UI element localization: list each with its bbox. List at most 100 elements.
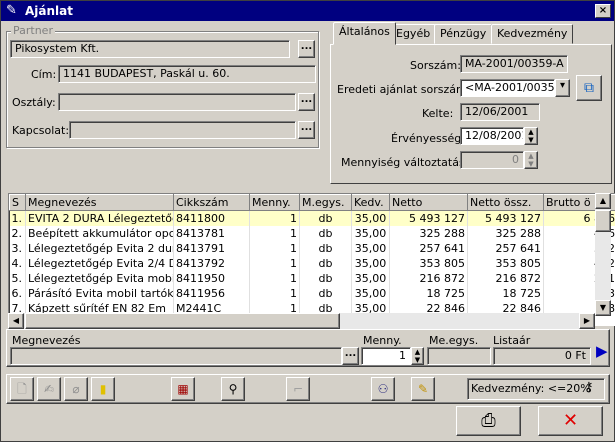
table-cell: 8411950 <box>173 270 250 286</box>
table-cell: 8413781 <box>173 225 250 241</box>
key-icon: ⚷ <box>584 380 594 395</box>
col-header[interactable]: S <box>9 194 26 211</box>
scroll-right-icon[interactable]: ▶ <box>579 313 595 329</box>
table-cell: 35,00 <box>351 210 390 226</box>
table-cell: 5 493 127 <box>467 210 544 226</box>
items-table[interactable]: S Megnevezés Cikkszám Menny. M.egys. Ked… <box>8 193 615 326</box>
close-icon: ✕ <box>562 410 579 431</box>
table-cell: 216 872 <box>467 270 544 286</box>
date-field: 12/06/2001 <box>460 103 540 121</box>
col-header[interactable]: Netto össz. <box>467 194 544 211</box>
table-cell: 8411800 <box>173 210 250 226</box>
table-cell: 3. <box>9 240 26 256</box>
contact-label: Kapcsolat: <box>12 124 70 137</box>
col-header[interactable]: Netto <box>389 194 468 211</box>
window-title: Ajánlat <box>25 4 73 18</box>
contact-field[interactable] <box>69 121 296 139</box>
table-cell: db <box>299 225 352 241</box>
orig-offer-select[interactable]: <MA-2001/00357-A> <box>460 79 555 97</box>
col-header[interactable]: Megnevezés <box>25 194 174 211</box>
edit-note-icon[interactable]: ✎ <box>411 377 435 401</box>
table-cell: 4. <box>9 255 26 271</box>
table-row[interactable]: 3.Lélegeztetőgép Evita 2 dura V84137911d… <box>9 240 615 256</box>
contact-select-button[interactable]: ... <box>298 121 315 139</box>
calculator-icon[interactable]: ▦ <box>171 377 195 401</box>
serial-label: Sorszám: <box>410 59 461 72</box>
table-cell: db <box>299 285 352 301</box>
table-cell: db <box>299 240 352 256</box>
table-cell: 216 872 <box>389 270 468 286</box>
cancel-button[interactable]: ✕ <box>538 406 603 436</box>
partner-select-button[interactable]: ... <box>298 40 315 58</box>
table-cell: 8413792 <box>173 255 250 271</box>
address-label: Cím: <box>31 68 57 81</box>
list-price-field: 0 Ft <box>493 347 591 365</box>
validity-label: Érvényesség: <box>391 132 465 145</box>
tab-finance[interactable]: Pénzügy <box>434 24 493 44</box>
col-header[interactable]: Kedv. <box>351 194 390 211</box>
table-cell: 35,00 <box>351 285 390 301</box>
col-header[interactable]: Cikkszám <box>173 194 250 211</box>
table-cell: 257 641 <box>389 240 468 256</box>
vertical-scrollbar[interactable]: ▲ ▼ <box>595 193 611 316</box>
stairs-icon[interactable]: ⌐ <box>286 377 310 401</box>
validity-field[interactable]: 12/08/2001 <box>460 127 524 145</box>
item-qty-spinner[interactable]: ▲ ▼ <box>411 347 424 365</box>
table-cell: Lélegeztetőgép Evita 2/4 Dura <box>25 255 174 271</box>
serial-field: MA-2001/00359-A <box>460 55 568 73</box>
dept-field[interactable] <box>58 93 296 111</box>
copy-offer-button[interactable]: ⧉ <box>576 75 602 101</box>
item-unit-field[interactable] <box>427 347 491 365</box>
edit-icon[interactable]: ✍ <box>37 377 61 401</box>
dept-select-button[interactable]: ... <box>298 93 315 111</box>
binoculars-icon[interactable]: ⚲ <box>221 377 245 401</box>
table-cell: 1 <box>249 285 300 301</box>
table-cell: db <box>299 255 352 271</box>
chevron-down-icon[interactable]: ▾ <box>555 79 570 97</box>
item-unit-label: Me.egys. <box>429 334 479 347</box>
attach-icon[interactable]: ⌀ <box>64 377 88 401</box>
table-cell: 1 <box>249 240 300 256</box>
validity-spinner[interactable]: ▲ ▼ <box>524 127 538 145</box>
table-header-row: S Megnevezés Cikkszám Menny. M.egys. Ked… <box>9 194 615 211</box>
scroll-left-icon[interactable]: ◀ <box>8 313 24 329</box>
table-row[interactable]: 5.Lélegeztetőgép Evita mobil gur84119501… <box>9 270 615 286</box>
print-button[interactable]: ⎙ <box>456 406 521 436</box>
table-cell: Lélegeztetőgép Evita mobil gur <box>25 270 174 286</box>
col-header[interactable]: Menny. <box>249 194 300 211</box>
table-cell: 353 805 <box>467 255 544 271</box>
table-cell: db <box>299 210 352 226</box>
table-cell: 257 641 <box>467 240 544 256</box>
table-row[interactable]: 2.Beépített akkumulátor opció, E84137811… <box>9 225 615 241</box>
table-cell: 325 288 <box>389 225 468 241</box>
table-row[interactable]: 1.EVITA 2 DURA Lélegeztetőgép84118001db3… <box>9 210 615 226</box>
note-icon[interactable]: ▮ <box>91 377 115 401</box>
partner-name-field[interactable]: Pikosystem Kft. <box>10 40 290 58</box>
hscroll-thumb[interactable] <box>25 313 340 329</box>
scroll-thumb[interactable] <box>595 210 611 232</box>
table-cell: 18 725 <box>467 285 544 301</box>
date-label: Kelte: <box>422 107 454 120</box>
qty-change-label: Mennyiség változtatása: <box>341 156 476 169</box>
scroll-down-icon[interactable]: ▼ <box>595 300 611 316</box>
title-bar[interactable]: ✎ Ajánlat × <box>1 1 614 21</box>
tab-general[interactable]: Általános <box>333 22 396 45</box>
item-qty-field[interactable]: 1 <box>361 347 411 365</box>
horizontal-scrollbar[interactable]: ◀ ▶ <box>8 313 595 329</box>
item-select-button[interactable]: ... <box>342 347 359 365</box>
search-person-icon[interactable]: ⚇ <box>371 377 395 401</box>
table-row[interactable]: 6. Párásító Evita mobil tartókar 8411956 1 d… <box>9 285 615 301</box>
close-icon[interactable]: × <box>595 4 611 18</box>
dept-label: Osztály: <box>12 96 56 109</box>
new-doc-icon[interactable]: 🗋 <box>10 377 34 401</box>
item-name-field[interactable] <box>10 347 342 365</box>
table-cell: Lélegeztetőgép Evita 2 dura V <box>25 240 174 256</box>
address-field: 1141 BUDAPEST, Paskál u. 60. <box>58 65 316 83</box>
add-item-arrow-icon[interactable]: ▶ <box>596 342 608 360</box>
table-row[interactable]: 4.Lélegeztetőgép Evita 2/4 Dura84137921d… <box>9 255 615 271</box>
table-cell: db <box>299 270 352 286</box>
tab-other[interactable]: Egyéb <box>390 24 437 44</box>
scroll-up-icon[interactable]: ▲ <box>595 193 611 209</box>
col-header[interactable]: M.egys. <box>299 194 352 211</box>
tab-discount[interactable]: Kedvezmény <box>491 24 574 44</box>
